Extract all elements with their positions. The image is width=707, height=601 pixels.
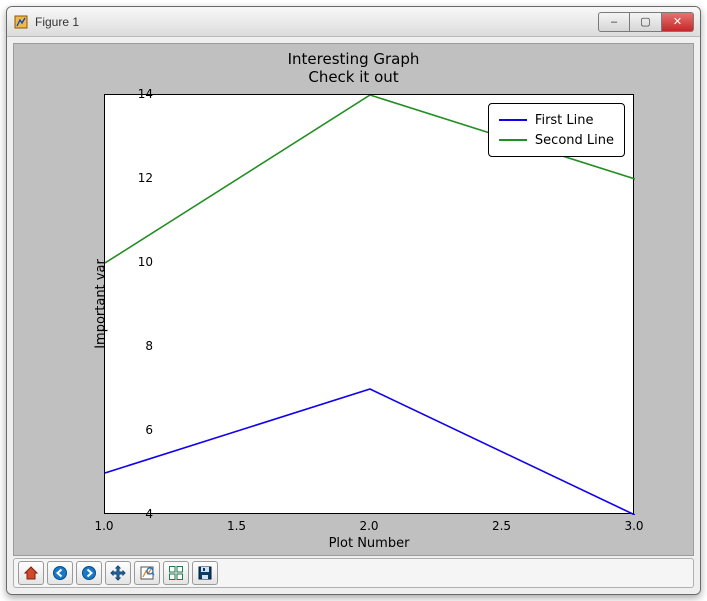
x-tick-label: 1.0: [94, 519, 113, 533]
legend-item: Second Line: [499, 130, 614, 150]
pan-button[interactable]: [105, 561, 131, 585]
legend-label: First Line: [535, 113, 594, 128]
maximize-button[interactable]: ▢: [630, 12, 662, 32]
window-title: Figure 1: [35, 15, 79, 29]
y-tick-label: 12: [113, 171, 153, 185]
subplots-button[interactable]: [163, 561, 189, 585]
content-area: Interesting Graph Check it out First Lin…: [7, 37, 700, 594]
titlebar: Figure 1 – ▢ ✕: [7, 7, 700, 37]
zoom-button[interactable]: [134, 561, 160, 585]
plot-title: Interesting Graph: [14, 50, 693, 68]
minimize-button[interactable]: –: [598, 12, 630, 32]
x-axis-label: Plot Number: [104, 536, 634, 551]
x-tick-label: 2.0: [359, 519, 378, 533]
legend-swatch: [499, 139, 527, 141]
plot-titles: Interesting Graph Check it out: [14, 50, 693, 86]
y-axis-label: Important var: [93, 259, 108, 349]
y-tick-label: 10: [113, 255, 153, 269]
figure-canvas[interactable]: Interesting Graph Check it out First Lin…: [13, 43, 694, 556]
legend-swatch: [499, 119, 527, 121]
window-controls: – ▢ ✕: [598, 12, 694, 32]
legend-item: First Line: [499, 110, 614, 130]
plot-lines: [105, 95, 635, 515]
figure-window: Figure 1 – ▢ ✕ Interesting Graph Check i…: [6, 6, 701, 595]
y-tick-label: 8: [113, 339, 153, 353]
forward-button[interactable]: [76, 561, 102, 585]
back-button[interactable]: [47, 561, 73, 585]
legend: First Line Second Line: [488, 103, 625, 157]
close-button[interactable]: ✕: [662, 12, 694, 32]
subplots-icon: [168, 565, 184, 581]
y-tick-label: 4: [113, 507, 153, 521]
x-tick-label: 3.0: [624, 519, 643, 533]
legend-label: Second Line: [535, 133, 614, 148]
forward-icon: [81, 565, 97, 581]
series-line-0: [105, 389, 635, 515]
x-tick-label: 1.5: [227, 519, 246, 533]
axes: First Line Second Line: [104, 94, 634, 514]
save-button[interactable]: [192, 561, 218, 585]
nav-toolbar: [13, 558, 694, 588]
plot-subtitle: Check it out: [14, 68, 693, 86]
y-tick-label: 14: [113, 87, 153, 101]
pan-icon: [110, 565, 126, 581]
x-tick-label: 2.5: [492, 519, 511, 533]
save-icon: [197, 565, 213, 581]
back-icon: [52, 565, 68, 581]
y-tick-label: 6: [113, 423, 153, 437]
home-icon: [23, 565, 39, 581]
home-button[interactable]: [18, 561, 44, 585]
zoom-icon: [139, 565, 155, 581]
app-icon: [13, 14, 29, 30]
